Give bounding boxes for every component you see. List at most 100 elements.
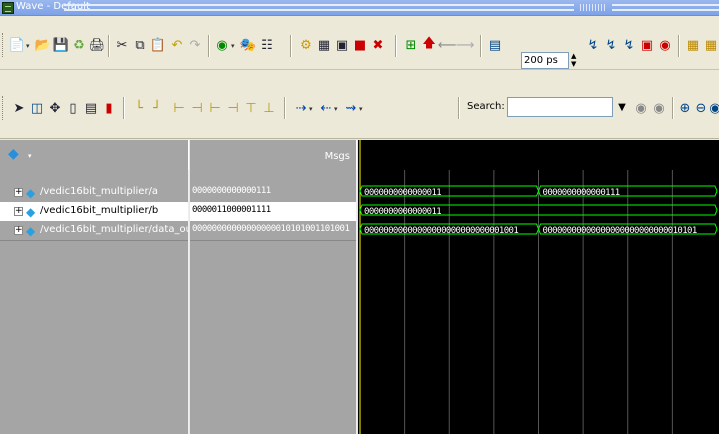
expression2-icon[interactable]: ⇠	[317, 99, 335, 117]
run-length-icon[interactable]: ▤	[486, 36, 504, 54]
back-icon[interactable]: ⟵	[438, 36, 457, 54]
prev-edge-icon[interactable]: └	[130, 99, 148, 117]
wave-panes: ◆ ▾ Msgs + ◆ /vedic16bit_multiplier/a + …	[0, 140, 719, 434]
paste-icon[interactable]: 📋	[149, 36, 167, 54]
value-row[interactable]: 0000011000001111	[190, 202, 356, 221]
signal-row[interactable]: + ◆ /vedic16bit_multiplier/data_out	[0, 221, 188, 240]
compile-all-icon[interactable]: ▦	[315, 36, 333, 54]
signal-value: 0000011000001111	[192, 205, 271, 215]
toolbar-separator	[290, 35, 292, 57]
search-input[interactable]	[507, 97, 613, 117]
print-icon[interactable]: 🖨	[88, 36, 106, 54]
signal-row[interactable]: + ◆ /vedic16bit_multiplier/b	[0, 202, 188, 221]
cut-icon[interactable]: ✂	[113, 36, 131, 54]
next-edge-icon[interactable]: ┘	[148, 99, 166, 117]
wave-icon[interactable]: ◆	[8, 146, 19, 162]
expand-icon[interactable]: +	[14, 207, 23, 216]
format-icon[interactable]: ☷	[258, 36, 276, 54]
expression-icon[interactable]: ⇢	[292, 99, 310, 117]
forward-icon[interactable]: ⟶	[456, 36, 475, 54]
value-row[interactable]: 0000000000000111	[190, 183, 356, 202]
signal-icon: ◆	[26, 186, 36, 200]
waveform-canvas[interactable]: 0000000000000011 0000000000000111 00000000…	[358, 140, 719, 434]
split-icon[interactable]: ▯	[64, 99, 82, 117]
step-icon[interactable]: ▦	[684, 36, 702, 54]
break-dropdown[interactable]: ▾	[231, 42, 235, 50]
undo-icon[interactable]: ↶	[168, 36, 186, 54]
toolbar-handle[interactable]	[2, 33, 5, 57]
new-file-dropdown[interactable]: ▾	[26, 42, 30, 50]
expression3-dropdown[interactable]: ▾	[359, 105, 363, 113]
values-pane: 0000000000000111 0000011000001111 000000…	[190, 170, 357, 434]
run-icon[interactable]: ↯	[584, 36, 602, 54]
run-length-spinner[interactable]: ▲ ▼	[571, 52, 579, 69]
toolbar-separator	[672, 97, 674, 119]
toolbar-handle[interactable]	[2, 96, 5, 120]
simulate-icon[interactable]: ▣	[333, 36, 351, 54]
compile-icon[interactable]: ⚙	[297, 36, 315, 54]
stop-sim-icon[interactable]: ◉	[656, 36, 674, 54]
signal-icon: ◆	[26, 205, 36, 219]
row-divider	[0, 240, 188, 241]
expression2-dropdown[interactable]: ▾	[334, 105, 338, 113]
find-next-transition-icon[interactable]: ⊣	[224, 99, 242, 117]
toolbar-separator	[208, 35, 210, 57]
pathnames-header[interactable]: ◆ ▾	[0, 140, 189, 170]
zoom-mode-icon[interactable]: ◫	[28, 99, 46, 117]
find-rising-icon[interactable]: ⊥	[260, 99, 278, 117]
edit-icon[interactable]: ▤	[82, 99, 100, 117]
new-file-icon[interactable]: 📄	[8, 36, 26, 54]
stop-icon[interactable]: ✖	[369, 36, 387, 54]
break-run-icon[interactable]: ▣	[638, 36, 656, 54]
search-binoculars-icon[interactable]: ◉	[632, 99, 650, 117]
pan-icon[interactable]: ✥	[46, 99, 64, 117]
signal-name: /vedic16bit_multiplier/data_out	[40, 224, 188, 235]
delete-cursor-icon[interactable]: ⊣	[188, 99, 206, 117]
toolbar-separator	[458, 97, 460, 119]
expression3-icon[interactable]: ⇝	[342, 99, 360, 117]
paste-wave-icon[interactable]: ⊞	[402, 36, 420, 54]
find-falling-icon[interactable]: ⊤	[242, 99, 260, 117]
bus-value-label: 00000000000000000000000000001001	[364, 226, 518, 236]
value-row[interactable]: 00000000000000000010101001101001	[190, 221, 356, 240]
run-length-input[interactable]: 200 ps	[521, 52, 569, 69]
break-icon[interactable]: ◉	[213, 36, 231, 54]
signal-value: 0000000000000111	[192, 186, 271, 196]
copy-icon[interactable]: ⧉	[131, 36, 149, 54]
bus-value-label: 00000000000000000000000000010101	[543, 226, 697, 236]
step-over-icon[interactable]: ▦	[702, 36, 719, 54]
break-sim-icon[interactable]: ■	[351, 36, 369, 54]
find-prev-transition-icon[interactable]: ⊢	[206, 99, 224, 117]
title-bar[interactable]: Wave - Default	[0, 0, 719, 16]
expression-dropdown[interactable]: ▾	[309, 105, 313, 113]
expand-icon[interactable]: +	[14, 226, 23, 235]
redo-icon[interactable]: ↷	[186, 36, 204, 54]
expand-icon[interactable]: +	[14, 188, 23, 197]
run-all-icon[interactable]: ↯	[620, 36, 638, 54]
open-icon[interactable]: 📂	[34, 36, 52, 54]
bus-value-label: 0000000000000111	[543, 188, 620, 198]
wave-pane[interactable]: 0000000000000011 0000000000000111 00000000…	[358, 140, 719, 434]
search-options-icon[interactable]: ◉	[650, 99, 668, 117]
find-icon[interactable]: 🎭	[239, 36, 257, 54]
signal-value: 00000000000000000010101001101001	[192, 224, 350, 234]
wave-window: Wave - Default 📄 ▾ 📂 💾 ♻ 🖨 ✂ ⧉ 📋 ↶ ↷ ◉ ▾…	[0, 0, 719, 434]
toolbar-row-2: ➤ ◫ ✥ ▯ ▤ ▮ └ ┘ ⊢ ⊣ ⊢ ⊣ ⊤ ⊥ ⇢ ▾ ⇠ ▾ ⇝ ▾ …	[0, 70, 719, 139]
save-icon[interactable]: 💾	[52, 36, 70, 54]
up-arrow-icon[interactable]: 🡅	[420, 36, 438, 54]
search-dropdown[interactable]: ▼	[615, 98, 629, 116]
continue-icon[interactable]: ↯	[602, 36, 620, 54]
signal-name: /vedic16bit_multiplier/a	[40, 186, 159, 197]
title-grip-dots	[580, 4, 606, 11]
row-divider	[190, 240, 356, 241]
title-grip-right	[612, 4, 719, 11]
toolbar-separator	[284, 97, 286, 119]
insert-cursor-icon[interactable]: ⊢	[170, 99, 188, 117]
signal-row[interactable]: + ◆ /vedic16bit_multiplier/a	[0, 183, 188, 202]
select-cursor-icon[interactable]: ➤	[10, 99, 28, 117]
wave-dropdown[interactable]: ▾	[28, 152, 32, 160]
zoom-full-icon[interactable]: ◉	[706, 99, 719, 117]
marker-icon[interactable]: ▮	[100, 99, 118, 117]
toolbar-separator	[678, 35, 680, 57]
reload-icon[interactable]: ♻	[70, 36, 88, 54]
